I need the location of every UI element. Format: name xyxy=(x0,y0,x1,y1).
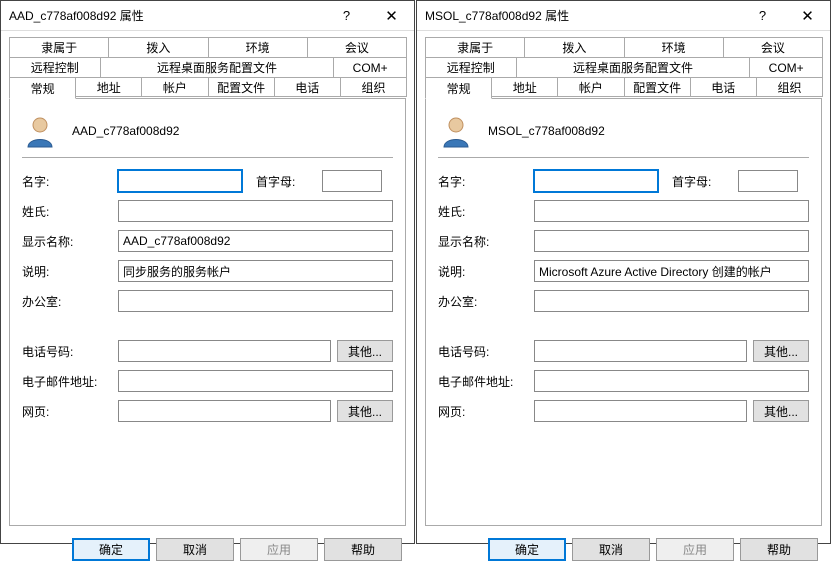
firstname-input[interactable] xyxy=(118,170,242,192)
tab-memberof[interactable]: 隶属于 xyxy=(9,37,109,57)
email-label: 电子邮件地址: xyxy=(438,373,528,390)
description-label: 说明: xyxy=(438,263,528,280)
tab-rds-profile[interactable]: 远程桌面服务配置文件 xyxy=(100,57,335,77)
lastname-label: 姓氏: xyxy=(22,203,112,220)
email-input[interactable] xyxy=(118,370,393,392)
tab-sessions[interactable]: 会议 xyxy=(723,37,823,57)
help-button[interactable]: 帮助 xyxy=(740,538,818,561)
firstname-label: 名字: xyxy=(438,173,528,190)
web-label: 网页: xyxy=(438,403,528,420)
tab-organization[interactable]: 组织 xyxy=(340,77,407,97)
dialog-footer: 确定 取消 应用 帮助 xyxy=(1,528,414,571)
web-input[interactable] xyxy=(534,400,747,422)
window-title: MSOL_c778af008d92 属性 xyxy=(425,7,740,24)
web-input[interactable] xyxy=(118,400,331,422)
web-other-button[interactable]: 其他... xyxy=(337,400,393,422)
apply-button: 应用 xyxy=(240,538,318,561)
initials-label: 首字母: xyxy=(256,173,316,190)
tab-sessions[interactable]: 会议 xyxy=(307,37,407,57)
titlebar: MSOL_c778af008d92 属性 ? ✕ xyxy=(417,1,830,31)
help-button[interactable]: 帮助 xyxy=(324,538,402,561)
phone-label: 电话号码: xyxy=(22,343,112,360)
tabs: 隶属于 拨入 环境 会议 远程控制 远程桌面服务配置文件 COM+ 常规 地址 … xyxy=(417,31,830,528)
phone-label: 电话号码: xyxy=(438,343,528,360)
window-title: AAD_c778af008d92 属性 xyxy=(9,7,324,24)
titlebar: AAD_c778af008d92 属性 ? ✕ xyxy=(1,1,414,31)
initials-input[interactable] xyxy=(322,170,382,192)
dialog-footer: 确定 取消 应用 帮助 xyxy=(417,528,830,571)
tab-telephones[interactable]: 电话 xyxy=(274,77,341,97)
description-label: 说明: xyxy=(22,263,112,280)
tab-environment[interactable]: 环境 xyxy=(624,37,724,57)
tab-memberof[interactable]: 隶属于 xyxy=(425,37,525,57)
tab-dialin[interactable]: 拨入 xyxy=(108,37,208,57)
tab-profile[interactable]: 配置文件 xyxy=(208,77,275,97)
initials-input[interactable] xyxy=(738,170,798,192)
lastname-input[interactable] xyxy=(534,200,809,222)
phone-other-button[interactable]: 其他... xyxy=(337,340,393,362)
email-input[interactable] xyxy=(534,370,809,392)
displayname-label: 显示名称: xyxy=(22,233,112,250)
tab-dialin[interactable]: 拨入 xyxy=(524,37,624,57)
user-icon xyxy=(22,113,58,149)
firstname-input[interactable] xyxy=(534,170,658,192)
web-other-button[interactable]: 其他... xyxy=(753,400,809,422)
ok-button[interactable]: 确定 xyxy=(72,538,150,561)
cancel-button[interactable]: 取消 xyxy=(156,538,234,561)
properties-dialog-right: MSOL_c778af008d92 属性 ? ✕ 隶属于 拨入 环境 会议 远程… xyxy=(416,0,831,544)
tab-general-body: AAD_c778af008d92 名字: 首字母: 姓氏: 显示名称: 说明: xyxy=(9,98,406,526)
phone-input[interactable] xyxy=(534,340,747,362)
tab-account[interactable]: 帐户 xyxy=(141,77,208,97)
displayname-label: 显示名称: xyxy=(438,233,528,250)
firstname-label: 名字: xyxy=(22,173,112,190)
displayname-input[interactable] xyxy=(534,230,809,252)
displayname-input[interactable] xyxy=(118,230,393,252)
cancel-button[interactable]: 取消 xyxy=(572,538,650,561)
phone-input[interactable] xyxy=(118,340,331,362)
help-button[interactable]: ? xyxy=(324,1,369,31)
tab-general[interactable]: 常规 xyxy=(9,77,76,99)
tab-organization[interactable]: 组织 xyxy=(756,77,823,97)
help-button[interactable]: ? xyxy=(740,1,785,31)
close-button[interactable]: ✕ xyxy=(369,1,414,31)
office-label: 办公室: xyxy=(438,293,528,310)
office-input[interactable] xyxy=(118,290,393,312)
tab-environment[interactable]: 环境 xyxy=(208,37,308,57)
tab-account[interactable]: 帐户 xyxy=(557,77,624,97)
office-input[interactable] xyxy=(534,290,809,312)
username-display: MSOL_c778af008d92 xyxy=(488,124,605,138)
tabs: 隶属于 拨入 环境 会议 远程控制 远程桌面服务配置文件 COM+ 常规 地址 … xyxy=(1,31,414,528)
ok-button[interactable]: 确定 xyxy=(488,538,566,561)
office-label: 办公室: xyxy=(22,293,112,310)
tab-general-body: MSOL_c778af008d92 名字: 首字母: 姓氏: 显示名称: 说明: xyxy=(425,98,822,526)
tab-remotecontrol[interactable]: 远程控制 xyxy=(9,57,101,77)
tab-complus[interactable]: COM+ xyxy=(333,57,407,77)
apply-button: 应用 xyxy=(656,538,734,561)
lastname-input[interactable] xyxy=(118,200,393,222)
email-label: 电子邮件地址: xyxy=(22,373,112,390)
close-button[interactable]: ✕ xyxy=(785,1,830,31)
tab-telephones[interactable]: 电话 xyxy=(690,77,757,97)
initials-label: 首字母: xyxy=(672,173,732,190)
tab-remotecontrol[interactable]: 远程控制 xyxy=(425,57,517,77)
web-label: 网页: xyxy=(22,403,112,420)
description-input[interactable] xyxy=(118,260,393,282)
tab-address[interactable]: 地址 xyxy=(491,77,558,97)
tab-complus[interactable]: COM+ xyxy=(749,57,823,77)
username-display: AAD_c778af008d92 xyxy=(72,124,179,138)
tab-rds-profile[interactable]: 远程桌面服务配置文件 xyxy=(516,57,751,77)
properties-dialog-left: AAD_c778af008d92 属性 ? ✕ 隶属于 拨入 环境 会议 远程控… xyxy=(0,0,415,544)
user-icon xyxy=(438,113,474,149)
phone-other-button[interactable]: 其他... xyxy=(753,340,809,362)
tab-general[interactable]: 常规 xyxy=(425,77,492,99)
tab-profile[interactable]: 配置文件 xyxy=(624,77,691,97)
lastname-label: 姓氏: xyxy=(438,203,528,220)
description-input[interactable] xyxy=(534,260,809,282)
tab-address[interactable]: 地址 xyxy=(75,77,142,97)
